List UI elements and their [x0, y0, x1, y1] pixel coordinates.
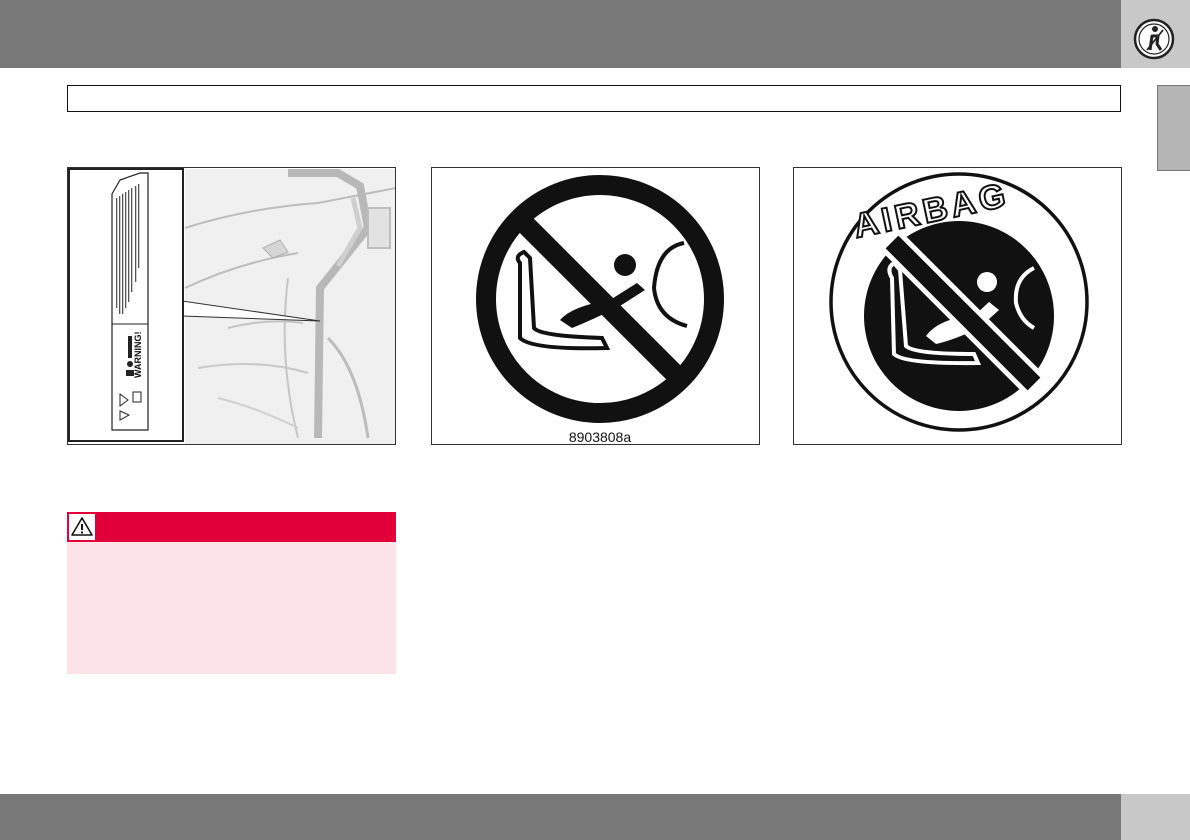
section-title-box	[67, 85, 1121, 112]
label-warning-text: WARNING!	[133, 332, 143, 379]
figure-code: 8903808a	[569, 429, 632, 445]
sun-visor-label-figure: WARNING!	[67, 167, 396, 445]
warning-triangle-icon	[71, 517, 93, 536]
footer-bar	[0, 794, 1121, 840]
warning-icon-box	[68, 513, 96, 541]
warning-box	[67, 512, 396, 674]
no-rear-facing-seat-figure: 8903808a	[431, 167, 760, 445]
footer-corner	[1121, 794, 1190, 840]
header-bar	[0, 0, 1121, 68]
airbag-no-child-seat-figure: AIRBAG	[793, 167, 1122, 445]
chapter-side-tab[interactable]	[1157, 85, 1190, 171]
seatbelt-occupant-safety-icon	[1133, 18, 1175, 60]
warning-header	[67, 512, 396, 542]
